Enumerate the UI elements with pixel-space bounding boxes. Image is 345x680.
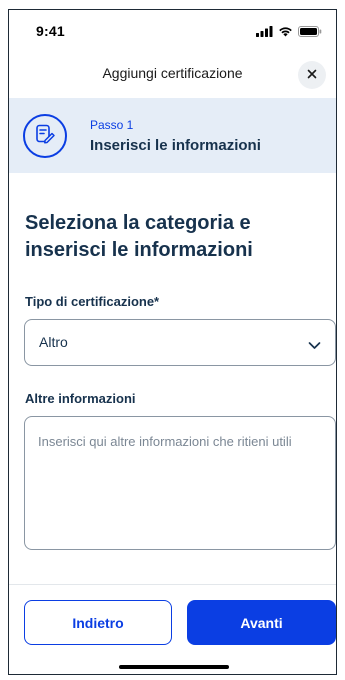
additional-info-label: Altre informazioni xyxy=(25,391,136,406)
step-number: Passo 1 xyxy=(90,118,134,132)
certification-type-value: Altro xyxy=(39,334,68,350)
additional-info-placeholder: Inserisci qui altre informazioni che rit… xyxy=(38,434,292,449)
step-banner: Passo 1 Inserisci le informazioni xyxy=(9,98,336,173)
step-icon-badge xyxy=(23,114,67,158)
status-icons xyxy=(256,26,322,37)
signal-icon xyxy=(256,26,273,37)
battery-icon xyxy=(298,26,322,37)
certification-type-select[interactable]: Altro xyxy=(24,319,336,366)
additional-info-textarea[interactable]: Inserisci qui altre informazioni che rit… xyxy=(24,416,336,550)
close-icon xyxy=(307,66,317,84)
page-title: Aggiungi certificazione xyxy=(102,65,243,81)
home-indicator[interactable] xyxy=(119,665,229,669)
status-bar: 9:41 xyxy=(9,10,336,52)
footer-divider xyxy=(9,584,336,585)
step-title: Inserisci le informazioni xyxy=(90,137,261,154)
back-button[interactable]: Indietro xyxy=(24,600,172,645)
document-edit-icon xyxy=(34,123,56,150)
certification-type-label: Tipo di certificazione* xyxy=(25,294,160,309)
modal-header: Aggiungi certificazione xyxy=(9,52,336,98)
section-heading: Seleziona la categoria e inserisci le in… xyxy=(25,212,253,261)
next-button[interactable]: Avanti xyxy=(187,600,336,645)
wifi-icon xyxy=(278,26,293,37)
chevron-down-icon xyxy=(308,337,321,355)
close-button[interactable] xyxy=(298,61,326,89)
status-time: 9:41 xyxy=(36,23,65,39)
phone-screen: 9:41 Aggiungi certificazione Passo 1 Ins… xyxy=(8,9,337,675)
